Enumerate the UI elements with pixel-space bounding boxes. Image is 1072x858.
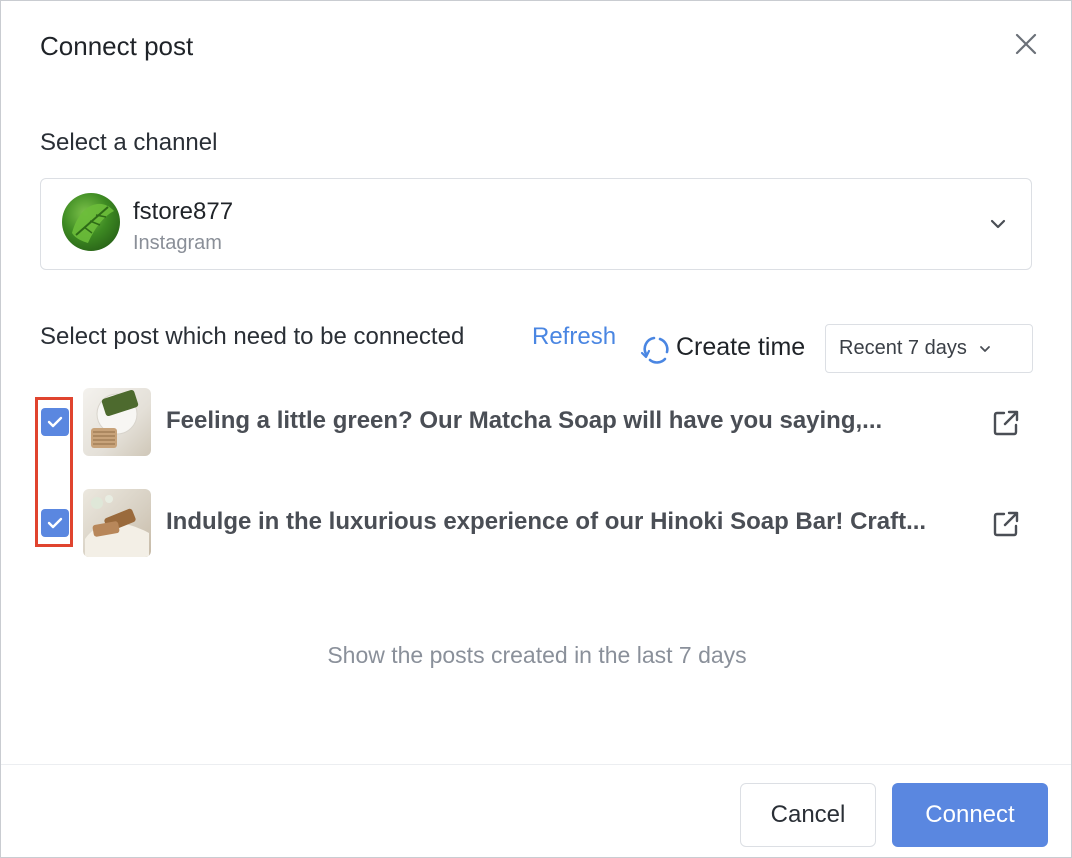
posts-section-label: Select post which need to be connected — [40, 323, 465, 350]
post-thumbnail — [83, 388, 151, 456]
channel-section-label: Select a channel — [40, 129, 218, 156]
footer-divider — [1, 764, 1071, 765]
chevron-down-icon — [990, 219, 1006, 229]
avatar — [62, 193, 120, 251]
post-thumbnail — [83, 489, 151, 557]
post-row: Indulge in the luxurious experience of o… — [1, 489, 1072, 557]
close-button[interactable] — [1009, 27, 1043, 61]
date-range-value: Recent 7 days — [839, 337, 967, 359]
posts-hint: Show the posts created in the last 7 day… — [327, 642, 747, 668]
post-caption: Feeling a little green? Our Matcha Soap … — [166, 407, 883, 434]
date-range-select[interactable]: Recent 7 days — [825, 324, 1033, 373]
channel-select[interactable]: fstore877 Instagram — [40, 178, 1032, 270]
channel-platform: Instagram — [133, 232, 222, 254]
connect-button[interactable]: Connect — [892, 783, 1048, 847]
refresh-link[interactable]: Refresh — [532, 323, 616, 351]
post-caption: Indulge in the luxurious experience of o… — [166, 508, 927, 535]
refresh-cycle-icon[interactable] — [640, 332, 672, 366]
post-row: Feeling a little green? Our Matcha Soap … — [1, 388, 1072, 456]
cancel-button[interactable]: Cancel — [740, 783, 876, 847]
close-icon — [1015, 33, 1037, 55]
dialog-title: Connect post — [40, 31, 194, 61]
sort-label: Create time — [676, 333, 806, 361]
connect-post-dialog: Connect post Select a channel fstore877 … — [0, 0, 1072, 858]
external-link-icon[interactable] — [991, 408, 1021, 438]
checkbox-highlight-annotation — [35, 397, 73, 547]
channel-name: fstore877 — [133, 198, 234, 225]
external-link-icon[interactable] — [991, 509, 1021, 539]
chevron-down-icon — [979, 345, 990, 352]
